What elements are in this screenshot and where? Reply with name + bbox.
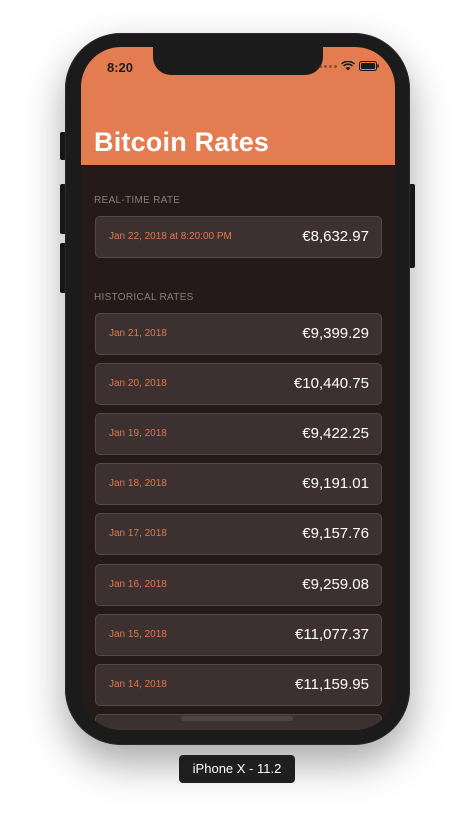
rate-date: Jan 20, 2018 bbox=[109, 378, 167, 389]
historical-rate-row[interactable]: Jan 19, 2018 €9,422.25 bbox=[95, 413, 382, 455]
historical-rate-row[interactable]: Jan 15, 2018 €11,077.37 bbox=[95, 614, 382, 656]
realtime-rate-row[interactable]: Jan 22, 2018 at 8:20:00 PM €8,632.97 bbox=[95, 216, 382, 258]
wifi-icon bbox=[341, 61, 355, 71]
historical-rate-row[interactable]: Jan 14, 2018 €11,159.95 bbox=[95, 664, 382, 706]
rate-date: Jan 17, 2018 bbox=[109, 528, 167, 539]
phone-screen: 8:20 Bitcoin Rates REAL-TIME RATE Jan 22… bbox=[81, 47, 395, 730]
historical-rate-row[interactable]: Jan 20, 2018 €10,440.75 bbox=[95, 363, 382, 405]
simulator-stage: 8:20 Bitcoin Rates REAL-TIME RATE Jan 22… bbox=[0, 0, 475, 825]
status-icons bbox=[319, 61, 379, 71]
historical-rate-row[interactable]: Jan 21, 2018 €9,399.29 bbox=[95, 313, 382, 355]
rate-value: €9,191.01 bbox=[302, 475, 369, 492]
battery-icon bbox=[359, 61, 379, 71]
historical-rate-row[interactable]: Jan 17, 2018 €9,157.76 bbox=[95, 513, 382, 555]
rate-date: Jan 22, 2018 at 8:20:00 PM bbox=[109, 231, 232, 242]
rate-value: €9,157.76 bbox=[302, 525, 369, 542]
rate-value: €11,077.37 bbox=[295, 626, 369, 643]
status-time: 8:20 bbox=[107, 60, 134, 75]
page-title: Bitcoin Rates bbox=[94, 127, 270, 157]
rate-value: €8,632.97 bbox=[302, 228, 369, 245]
signal-icon bbox=[319, 64, 337, 68]
rate-value: €9,259.08 bbox=[302, 576, 369, 593]
historical-rate-row[interactable]: Jan 18, 2018 €9,191.01 bbox=[95, 463, 382, 505]
historical-section-label: HISTORICAL RATES bbox=[94, 292, 194, 303]
rate-date: Jan 21, 2018 bbox=[109, 328, 167, 339]
nav-header: 8:20 Bitcoin Rates bbox=[81, 47, 395, 165]
rate-date: Jan 16, 2018 bbox=[109, 579, 167, 590]
historical-rate-row[interactable]: Jan 16, 2018 €9,259.08 bbox=[95, 564, 382, 606]
rate-value: €9,422.25 bbox=[302, 425, 369, 442]
rate-date: Jan 14, 2018 bbox=[109, 679, 167, 690]
rate-date: Jan 15, 2018 bbox=[109, 629, 167, 640]
rate-date: Jan 18, 2018 bbox=[109, 478, 167, 489]
home-indicator[interactable] bbox=[181, 716, 293, 721]
rate-value: €10,440.75 bbox=[293, 375, 369, 392]
realtime-section-label: REAL-TIME RATE bbox=[94, 195, 181, 206]
rate-value: €11,159.95 bbox=[295, 676, 369, 693]
rate-date: Jan 19, 2018 bbox=[109, 428, 167, 439]
device-label: iPhone X - 11.2 bbox=[179, 755, 295, 783]
notch bbox=[153, 47, 323, 75]
rate-value: €9,399.29 bbox=[302, 325, 369, 342]
